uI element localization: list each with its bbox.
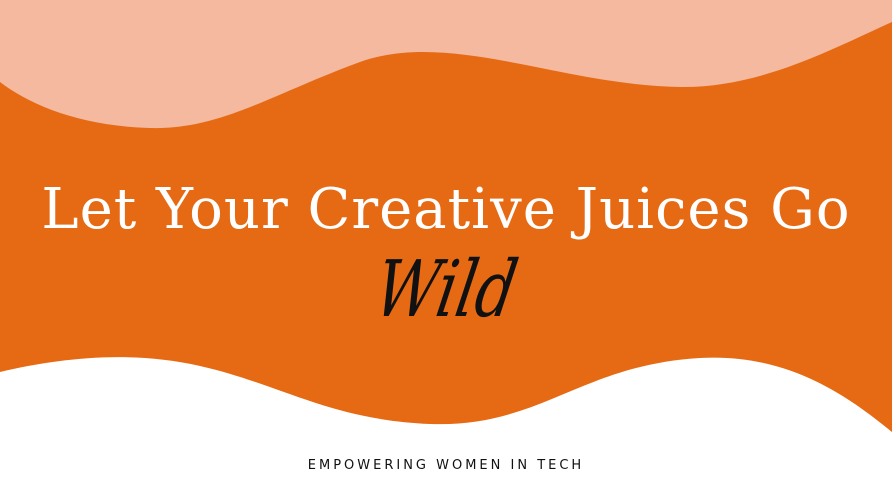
headline: Let Your Creative Juices Go <box>41 177 851 242</box>
tagline: EMPOWERING WOMEN IN TECH <box>307 458 585 473</box>
script-word: Wild <box>368 245 524 335</box>
banner: Let Your Creative Juices Go Wild EMPOWER… <box>0 0 892 500</box>
